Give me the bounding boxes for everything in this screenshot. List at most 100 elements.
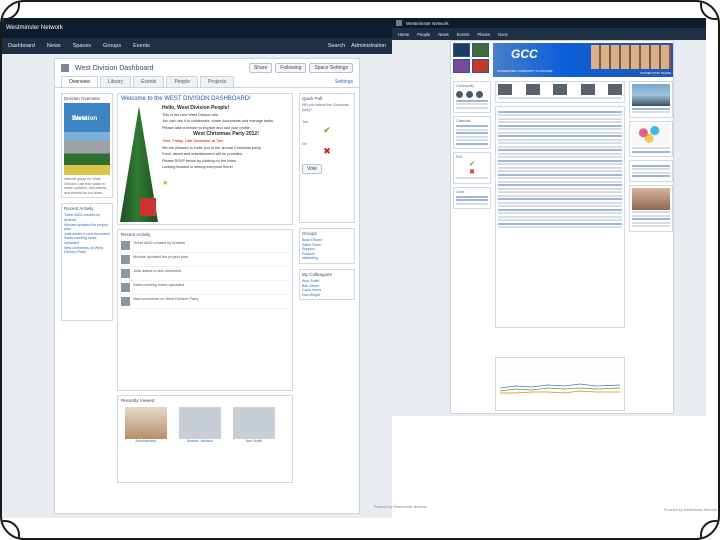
nav-news[interactable]: News — [438, 32, 448, 37]
right-nav-bar: Home People News Events Places Docs — [392, 28, 706, 40]
left-top-bar: Westminster Network — [2, 18, 392, 38]
nav-places[interactable]: Places — [478, 32, 491, 37]
welcome-greeting: Hello, West Division People! — [162, 105, 230, 111]
page-title: West Division Dashboard — [75, 64, 154, 72]
following-button[interactable]: Following — [275, 63, 307, 73]
vote-button[interactable]: Vote — [302, 164, 323, 175]
feed-item: Sales meeting notes uploaded — [121, 281, 289, 295]
balloons-image — [632, 123, 670, 146]
checkmark-icon[interactable]: ✔ — [456, 160, 488, 168]
right-brand-label: Westminster Network — [406, 20, 449, 26]
nav-docs[interactable]: Docs — [498, 32, 508, 37]
nav-people[interactable]: People — [417, 32, 430, 37]
groups-title: Groups — [302, 231, 317, 236]
page-header: West Division Dashboard Share Following … — [55, 59, 359, 77]
tab-events[interactable]: Events — [133, 76, 165, 87]
avatar — [121, 283, 130, 292]
list-widget — [629, 160, 673, 182]
right-main-column — [495, 81, 625, 331]
share-button[interactable]: Share — [248, 63, 273, 73]
widget-title: Community — [456, 84, 475, 88]
welcome-line: This is the new West Division site. — [162, 112, 220, 117]
tab-people[interactable]: People — [166, 76, 199, 87]
welcome-line: Please take a minute to explore and add … — [162, 125, 251, 130]
app-icon — [396, 20, 402, 26]
right-page: GCC INTEGRATED COMMUNITY PLATFORM CONNEC… — [450, 40, 674, 414]
nav-events[interactable]: Events — [133, 43, 150, 49]
nav-news[interactable]: News — [47, 43, 61, 49]
link-item[interactable]: Michael updated the project plan — [64, 223, 110, 232]
city-photo — [632, 84, 670, 106]
people-row: Administrator Andrew Jackson Ann Smith — [121, 407, 289, 444]
nav-groups[interactable]: Groups — [103, 43, 121, 49]
link-item[interactable]: Sales meeting notes uploaded — [64, 236, 110, 245]
settings-link[interactable]: Settings — [335, 79, 353, 87]
tab-library[interactable]: Library — [99, 76, 132, 87]
link-item[interactable]: Ticket 4632 created by Andrew — [64, 213, 110, 222]
icon-row — [456, 90, 488, 98]
person-name[interactable]: Administrator — [125, 439, 167, 444]
cross-icon[interactable]: ✖ — [456, 168, 488, 176]
tab-overview[interactable]: Overview — [61, 76, 98, 87]
activity-feed: Recent Activity Ticket 4632 created by A… — [117, 229, 293, 391]
feed-item: New comments on West Division Party — [121, 295, 289, 309]
recent-links-card: Recent Activity Ticket 4632 created by A… — [61, 203, 113, 322]
nav-dashboard[interactable]: Dashboard — [8, 43, 35, 49]
top-right-corner — [700, 2, 718, 20]
feed-text: New comments on West Division Party — [133, 297, 199, 301]
overview-title: Division Overview — [64, 96, 100, 101]
nav-spaces[interactable]: Spaces — [73, 43, 91, 49]
widget-title: Links — [456, 189, 465, 194]
feed-text: Ticket 4632 created by Andrew — [133, 241, 185, 245]
logo-image — [472, 59, 489, 73]
link-item[interactable]: New comments on West Division Party — [64, 246, 110, 255]
welcome-text: Hello, West Division People! This is the… — [162, 106, 290, 190]
overview-card: Division Overview West Division Internal … — [61, 93, 113, 199]
welcome-title: Welcome to the WEST DIVISION DASHBOARD! — [121, 96, 251, 102]
profile-photo — [632, 187, 670, 210]
colleague-link[interactable]: Dan Wright — [302, 293, 352, 298]
colleagues-title: My Colleagues — [302, 271, 332, 277]
right-top-bar: Westminster Network — [392, 18, 706, 28]
nav-home[interactable]: Home — [398, 32, 409, 37]
links-widget: Links — [453, 186, 491, 210]
party-line: We are pleased to invite you to the annu… — [162, 145, 262, 150]
groups-card: Groups Board Room Sales Team Support Fin… — [299, 228, 355, 264]
banner-title: GCC — [511, 47, 538, 61]
cross-icon[interactable]: ✖ — [302, 146, 352, 157]
activity-stream — [495, 106, 625, 328]
feed-text: Julia added a new document — [133, 269, 182, 273]
feed-text: Michael updated the project plan — [133, 255, 188, 259]
group-link[interactable]: Marketing — [302, 256, 352, 261]
poll-widget: Poll ✔ ✖ — [453, 152, 491, 184]
bottom-right-corner — [700, 520, 718, 538]
gcc-banner: GCC INTEGRATED COMMUNITY PLATFORM CONNEC… — [493, 43, 673, 77]
person-name[interactable]: Andrew Jackson — [179, 439, 221, 444]
left-nav-bar: Dashboard News Spaces Groups Events Sear… — [2, 38, 392, 54]
calendar-widget: Calendar — [453, 116, 491, 150]
nav-events[interactable]: Events — [457, 32, 470, 37]
colleagues-card: My Colleagues Amy Smith Bob Stone Carla … — [299, 268, 355, 301]
gift-image — [140, 198, 156, 216]
tab-projects[interactable]: Projects — [200, 76, 235, 87]
partner-logos — [453, 43, 489, 73]
avatar — [121, 255, 130, 264]
nav-admin[interactable]: Administration — [351, 43, 386, 49]
space-settings-button[interactable]: Space Settings — [309, 63, 353, 73]
avatar — [608, 84, 622, 95]
page-tabs: Overview Library Events People Projects … — [55, 76, 359, 88]
banner-subtitle: INTEGRATED COMMUNITY PLATFORM — [497, 69, 553, 73]
feed-text: Sales meeting notes uploaded — [133, 283, 185, 287]
left-page: West Division Dashboard Share Following … — [54, 58, 360, 514]
members-row — [498, 84, 622, 95]
nav-search[interactable]: Search — [328, 43, 345, 49]
person-card[interactable]: Administrator — [125, 407, 167, 444]
checkmark-icon[interactable]: ✔ — [302, 125, 352, 136]
recently-viewed-panel: Recently Viewed Administrator Andrew Jac… — [117, 395, 293, 483]
party-date: Time: Friday, 14th December at 7pm — [162, 138, 224, 143]
person-card[interactable]: Ann Smith — [233, 407, 275, 444]
west-division-image: West Division — [64, 103, 110, 175]
person-card[interactable]: Andrew Jackson — [179, 407, 221, 444]
person-placeholder-icon — [233, 407, 275, 439]
person-name[interactable]: Ann Smith — [233, 439, 275, 444]
